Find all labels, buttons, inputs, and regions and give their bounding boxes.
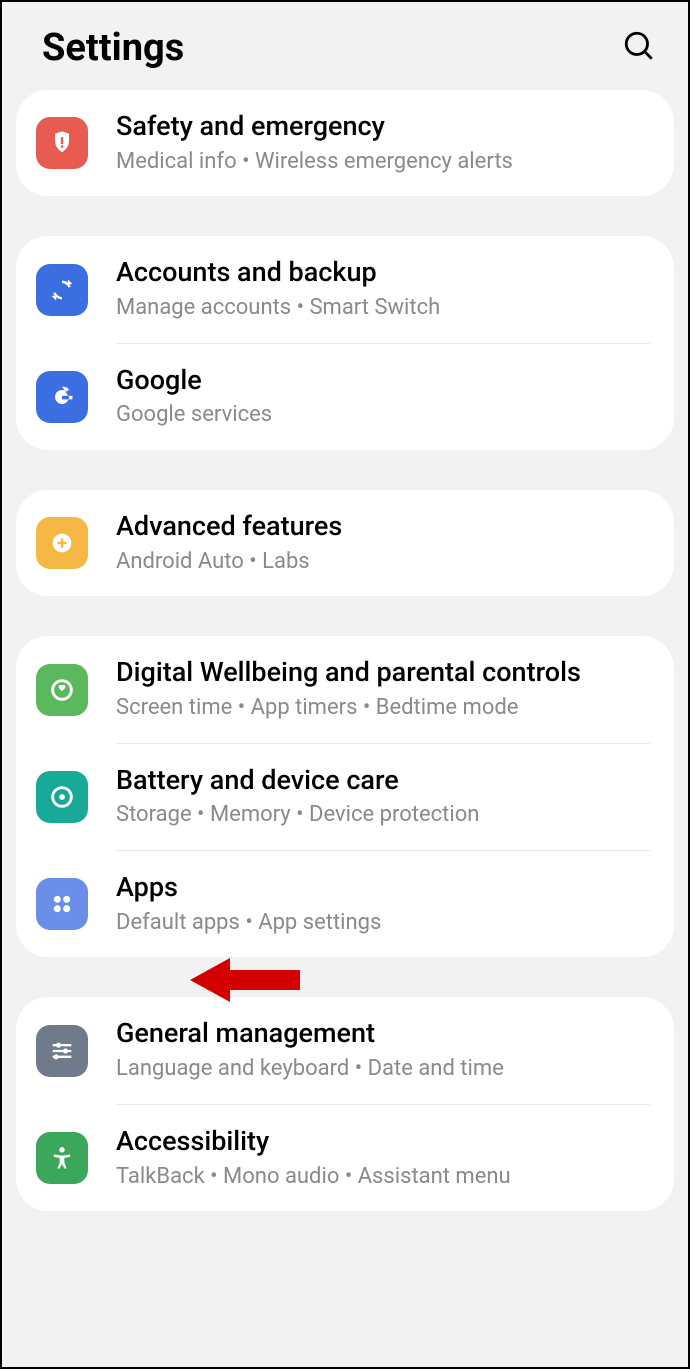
header: Settings: [2, 2, 688, 90]
item-general-management[interactable]: General management Language and keyboard…: [16, 997, 674, 1103]
device-care-icon: [36, 771, 88, 823]
row-subtitle: Google services: [116, 401, 650, 430]
wellbeing-icon: [36, 664, 88, 716]
safety-icon: [36, 117, 88, 169]
page-title: Settings: [42, 26, 184, 70]
row-text: General management Language and keyboard…: [116, 1017, 650, 1083]
row-text: Battery and device care Storage • Memory…: [116, 764, 650, 830]
item-battery-device-care[interactable]: Battery and device care Storage • Memory…: [16, 744, 674, 850]
settings-group: Safety and emergency Medical info • Wire…: [16, 90, 674, 196]
row-subtitle: Screen time • App timers • Bedtime mode: [116, 694, 650, 723]
row-title: Accounts and backup: [116, 256, 650, 290]
sync-icon: [36, 264, 88, 316]
row-subtitle: Storage • Memory • Device protection: [116, 801, 650, 830]
row-text: Safety and emergency Medical info • Wire…: [116, 110, 650, 176]
row-title: Digital Wellbeing and parental controls: [116, 656, 650, 690]
row-title: Battery and device care: [116, 764, 650, 798]
row-title: Google: [116, 364, 650, 398]
item-google[interactable]: Google Google services: [16, 344, 674, 450]
row-text: Apps Default apps • App settings: [116, 871, 650, 937]
item-accessibility[interactable]: Accessibility TalkBack • Mono audio • As…: [16, 1105, 674, 1211]
row-subtitle: Language and keyboard • Date and time: [116, 1055, 650, 1084]
item-safety-emergency[interactable]: Safety and emergency Medical info • Wire…: [16, 90, 674, 196]
row-subtitle: Manage accounts • Smart Switch: [116, 294, 650, 323]
item-accounts-backup[interactable]: Accounts and backup Manage accounts • Sm…: [16, 236, 674, 342]
sliders-icon: [36, 1025, 88, 1077]
settings-group: Accounts and backup Manage accounts • Sm…: [16, 236, 674, 450]
row-text: Accessibility TalkBack • Mono audio • As…: [116, 1125, 650, 1191]
google-icon: [36, 371, 88, 423]
row-text: Digital Wellbeing and parental controls …: [116, 656, 650, 722]
item-apps[interactable]: Apps Default apps • App settings: [16, 851, 674, 957]
row-text: Accounts and backup Manage accounts • Sm…: [116, 256, 650, 322]
accessibility-icon: [36, 1132, 88, 1184]
apps-icon: [36, 878, 88, 930]
row-text: Google Google services: [116, 364, 650, 430]
row-subtitle: Android Auto • Labs: [116, 548, 650, 577]
row-text: Advanced features Android Auto • Labs: [116, 510, 650, 576]
row-title: Safety and emergency: [116, 110, 650, 144]
item-digital-wellbeing[interactable]: Digital Wellbeing and parental controls …: [16, 636, 674, 742]
advanced-icon: [36, 517, 88, 569]
row-subtitle: Default apps • App settings: [116, 909, 650, 938]
row-title: Advanced features: [116, 510, 650, 544]
row-title: Accessibility: [116, 1125, 650, 1159]
row-title: General management: [116, 1017, 650, 1051]
search-icon[interactable]: [622, 29, 656, 67]
settings-group: Digital Wellbeing and parental controls …: [16, 636, 674, 957]
row-subtitle: Medical info • Wireless emergency alerts: [116, 148, 650, 177]
row-subtitle: TalkBack • Mono audio • Assistant menu: [116, 1163, 650, 1192]
settings-group: Advanced features Android Auto • Labs: [16, 490, 674, 596]
item-advanced-features[interactable]: Advanced features Android Auto • Labs: [16, 490, 674, 596]
settings-group: General management Language and keyboard…: [16, 997, 674, 1211]
row-title: Apps: [116, 871, 650, 905]
